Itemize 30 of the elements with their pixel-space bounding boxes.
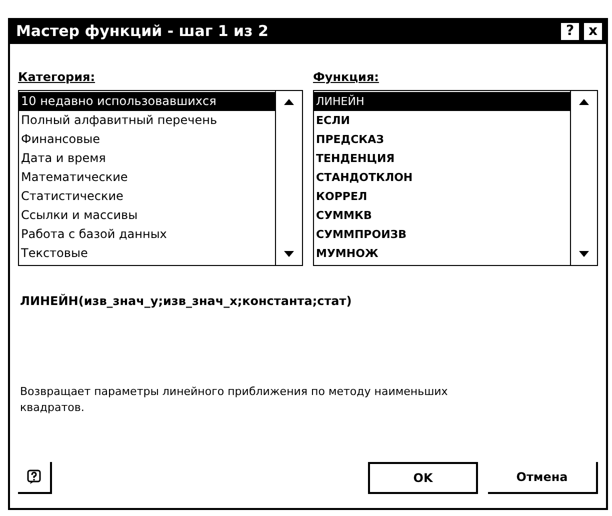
list-box[interactable]: ЛИНЕЙН ЕСЛИ ПРЕДСКАЗ ТЕНДЕНЦИЯ СТАНДОТКЛОН КОРРЕЛ СУММКВ СУММПРОИЗВ МУМНОЖ [313, 90, 598, 266]
list-item[interactable]: СУММКВ [314, 206, 570, 225]
list-item[interactable]: Ссылки и массивы [19, 206, 275, 225]
title-bar-button[interactable]: x [583, 22, 603, 40]
dialog-button[interactable]: Отмена [488, 462, 598, 494]
list-item[interactable]: ПРЕДСКАЗ [314, 130, 570, 149]
function-description: Возвращает параметры линейного приближения по методу наименьших квадратов. [19, 384, 449, 416]
list-item[interactable]: Статистические [19, 187, 275, 206]
list-item[interactable]: Полный алфавитный перечень [19, 111, 275, 130]
list-item[interactable]: МУМНОЖ [314, 244, 570, 263]
list-item[interactable]: СУММПРОИЗВ [314, 225, 570, 244]
help-icon [26, 469, 42, 485]
list-item[interactable]: 10 недавно использовавшихся [19, 92, 275, 111]
function-syntax: ЛИНЕЙН(изв_знач_y;изв_знач_x;константа;стат) [19, 294, 353, 308]
list-item[interactable]: Финансовые [19, 130, 275, 149]
list-item[interactable]: ТЕНДЕНЦИЯ [314, 149, 570, 168]
window-title: Мастер функций - шаг 1 из 2 [16, 22, 268, 40]
list-item[interactable]: КОРРЕЛ [314, 187, 570, 206]
list-box[interactable]: 10 недавно использовавшихся Полный алфавитный перечень Финансовые Дата и время Математические Статистические Ссылки и массивы Работа с базой данных Текстовые [18, 90, 303, 266]
dialog-button[interactable]: OK [368, 462, 478, 494]
list-label: Категория: [18, 70, 96, 84]
list-label: Функция: [313, 70, 380, 84]
list-item[interactable]: Математические [19, 168, 275, 187]
list-item[interactable]: ЕСЛИ [314, 111, 570, 130]
list-item[interactable]: ЛИНЕЙН [314, 92, 570, 111]
list-item[interactable]: Работа с базой данных [19, 225, 275, 244]
title-bar-button[interactable]: ? [560, 22, 580, 40]
list-item[interactable]: СТАНДОТКЛОН [314, 168, 570, 187]
list-item[interactable]: Дата и время [19, 149, 275, 168]
list-item[interactable]: Текстовые [19, 244, 275, 263]
